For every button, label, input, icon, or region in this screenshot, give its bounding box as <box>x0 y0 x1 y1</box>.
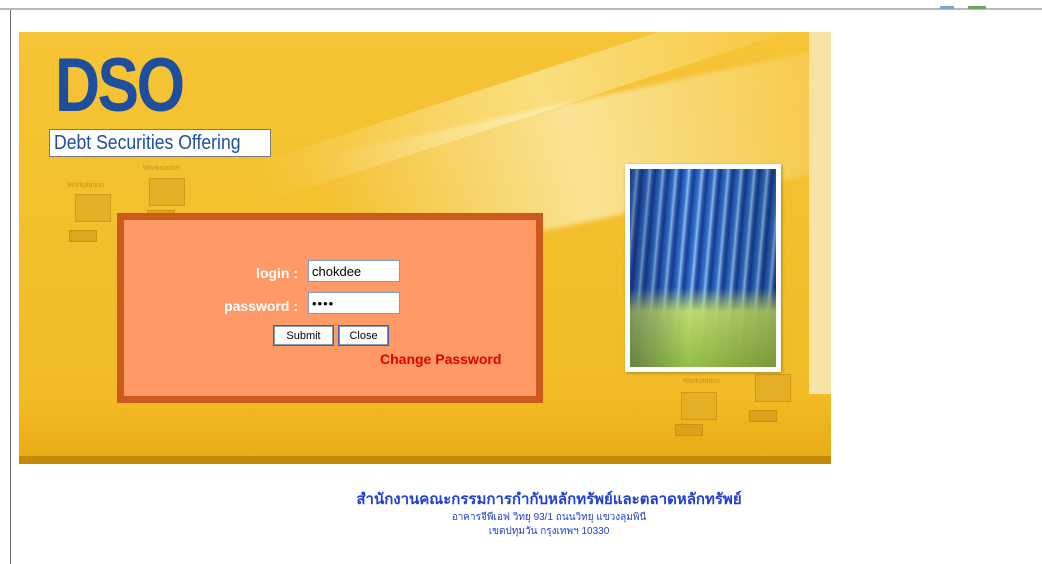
dso-logo: DSO <box>55 43 185 128</box>
login-input[interactable] <box>308 260 400 282</box>
workstation-icon <box>755 374 791 402</box>
file-folders-photo <box>625 164 781 372</box>
change-password-link[interactable]: Change Password <box>380 351 501 367</box>
workstation-base-icon <box>749 410 777 422</box>
organization-name: สำนักงานคณะกรรมการกำกับหลักทรัพย์และตลาด… <box>356 491 742 508</box>
workstation-icon <box>681 392 717 420</box>
window-control-edge <box>940 6 954 9</box>
photo-image <box>630 169 776 367</box>
login-panel: login : password : Submit Close Change P… <box>117 213 543 403</box>
close-button[interactable]: Close <box>338 325 389 346</box>
footer: สำนักงานคณะกรรมการกำกับหลักทรัพย์และตลาด… <box>19 487 831 539</box>
workstation-label: Workstation <box>67 182 104 189</box>
workstation-icon <box>149 178 185 206</box>
subtitle-box: Debt Securities Offering <box>49 129 271 157</box>
address-line-2: เขตปทุมวัน กรุงเทพฯ 10330 <box>488 526 610 537</box>
subtitle-text: Debt Securities Offering <box>54 132 241 154</box>
submit-button[interactable]: Submit <box>273 325 334 346</box>
window-control-edge <box>968 6 986 9</box>
workstation-base-icon <box>675 424 703 436</box>
workstation-label: Workstation <box>143 165 180 172</box>
dso-banner: Workstation Workstation Workstation DSO … <box>19 32 831 464</box>
workstation-label: Workstation <box>683 378 720 385</box>
workstation-icon <box>75 194 111 222</box>
frame-left-border <box>10 10 11 564</box>
workstation-base-icon <box>69 230 97 242</box>
banner-bottom-edge <box>19 456 831 464</box>
login-label: login : <box>256 265 298 281</box>
address-line-1: อาคารจีพีเอฟ วิทยุ 93/1 ถนนวิทยุ แขวงลุม… <box>451 512 647 523</box>
password-label: password : <box>224 298 298 314</box>
password-input[interactable] <box>308 292 400 314</box>
browser-top-edge <box>0 0 1042 10</box>
